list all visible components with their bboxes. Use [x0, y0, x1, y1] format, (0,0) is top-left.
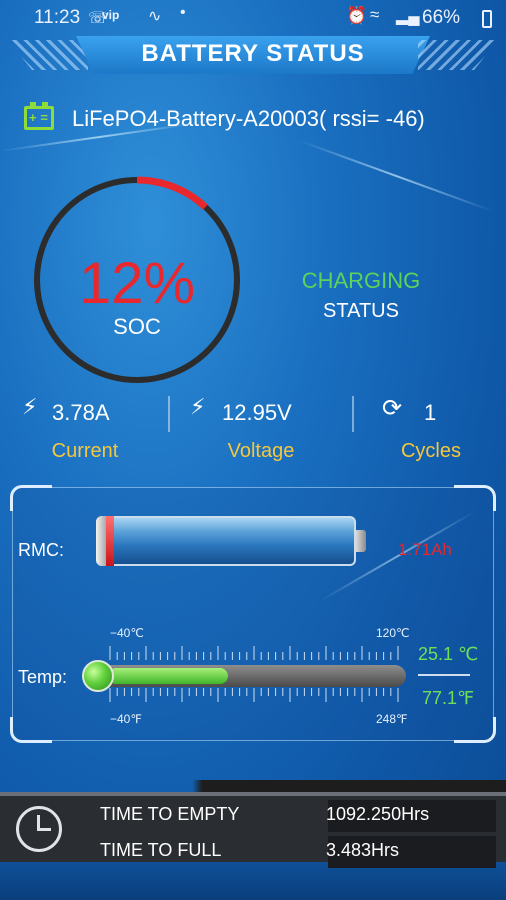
time-to-full-value: 3.483Hrs — [326, 840, 400, 860]
time-to-empty-value: 1092.250Hrs — [326, 804, 430, 824]
voltage-label: Voltage — [227, 440, 295, 462]
battery-percent: 66% — [422, 7, 461, 28]
soc-value: 12% — [78, 251, 196, 316]
soc-arc — [136, 176, 208, 210]
fahrenheit-max-label: 248℉ — [376, 712, 408, 726]
temp-celsius-value: 25.1 ℃ — [418, 644, 479, 664]
bolt-icon: ⚡ — [190, 394, 206, 419]
carrier-label: vip — [102, 8, 120, 22]
bolt-icon: ⚡ — [22, 394, 38, 419]
battery-terminal — [356, 530, 366, 552]
rmc-battery-graphic — [96, 516, 356, 566]
temp-label: Temp: — [18, 667, 68, 687]
wifi-icon: ≈ — [370, 5, 380, 24]
soc-label: SOC — [113, 314, 161, 339]
celsius-max-label: 120℃ — [376, 626, 410, 640]
panel-corner — [454, 717, 496, 743]
status-label: STATUS — [323, 300, 399, 322]
bar-edge — [0, 792, 506, 796]
notification-dot-icon: • — [180, 4, 186, 21]
temp-slider-fill — [108, 668, 228, 684]
battery-status-icon — [482, 10, 492, 28]
metric-divider — [168, 396, 170, 432]
panel-corner — [454, 485, 496, 511]
current-value: 3.78A — [52, 400, 110, 425]
cycles-label: Cycles — [400, 440, 461, 462]
refresh-icon: ⟳ — [382, 395, 403, 422]
alarm-icon: ⏰ — [346, 6, 368, 25]
clock-icon — [16, 806, 62, 852]
metric-divider — [352, 396, 354, 432]
time-to-full-label: TIME TO FULL — [100, 840, 222, 860]
signal-icon: ▂▄ — [396, 8, 420, 25]
header: BATTERY STATUS — [0, 36, 506, 74]
fahrenheit-scale — [109, 688, 399, 702]
panel-corner — [10, 485, 52, 511]
rmc-label: RMC: — [18, 540, 64, 560]
charging-status: CHARGING — [301, 268, 421, 293]
temp-divider — [418, 674, 470, 676]
battery-icon: + = — [24, 102, 54, 130]
time-to-empty-label: TIME TO EMPTY — [100, 804, 240, 824]
celsius-scale — [109, 646, 399, 660]
page-title: BATTERY STATUS — [141, 40, 365, 67]
cycles-value: 1 — [424, 400, 437, 425]
fahrenheit-min-label: −40℉ — [110, 712, 142, 726]
celsius-min-label: −40℃ — [110, 626, 144, 640]
status-bar: 11:23 ☏ vip ∿ • ⏰ ≈ ▂▄ 66% — [0, 0, 506, 36]
device-name: LiFePO4-Battery-A20003( rssi= -46) — [72, 106, 425, 131]
rmc-value: 1.71Ah — [398, 540, 452, 559]
panel-corner — [10, 717, 52, 743]
light-streak — [299, 140, 494, 213]
status-time: 11:23 — [34, 7, 81, 28]
wave-icon: ∿ — [148, 8, 162, 25]
current-label: Current — [51, 440, 119, 462]
temp-fahrenheit-value: 77.1℉ — [422, 688, 475, 708]
voltage-value: 12.95V — [222, 400, 292, 425]
rmc-battery-fill — [106, 516, 114, 566]
battery-endcap — [96, 516, 106, 566]
